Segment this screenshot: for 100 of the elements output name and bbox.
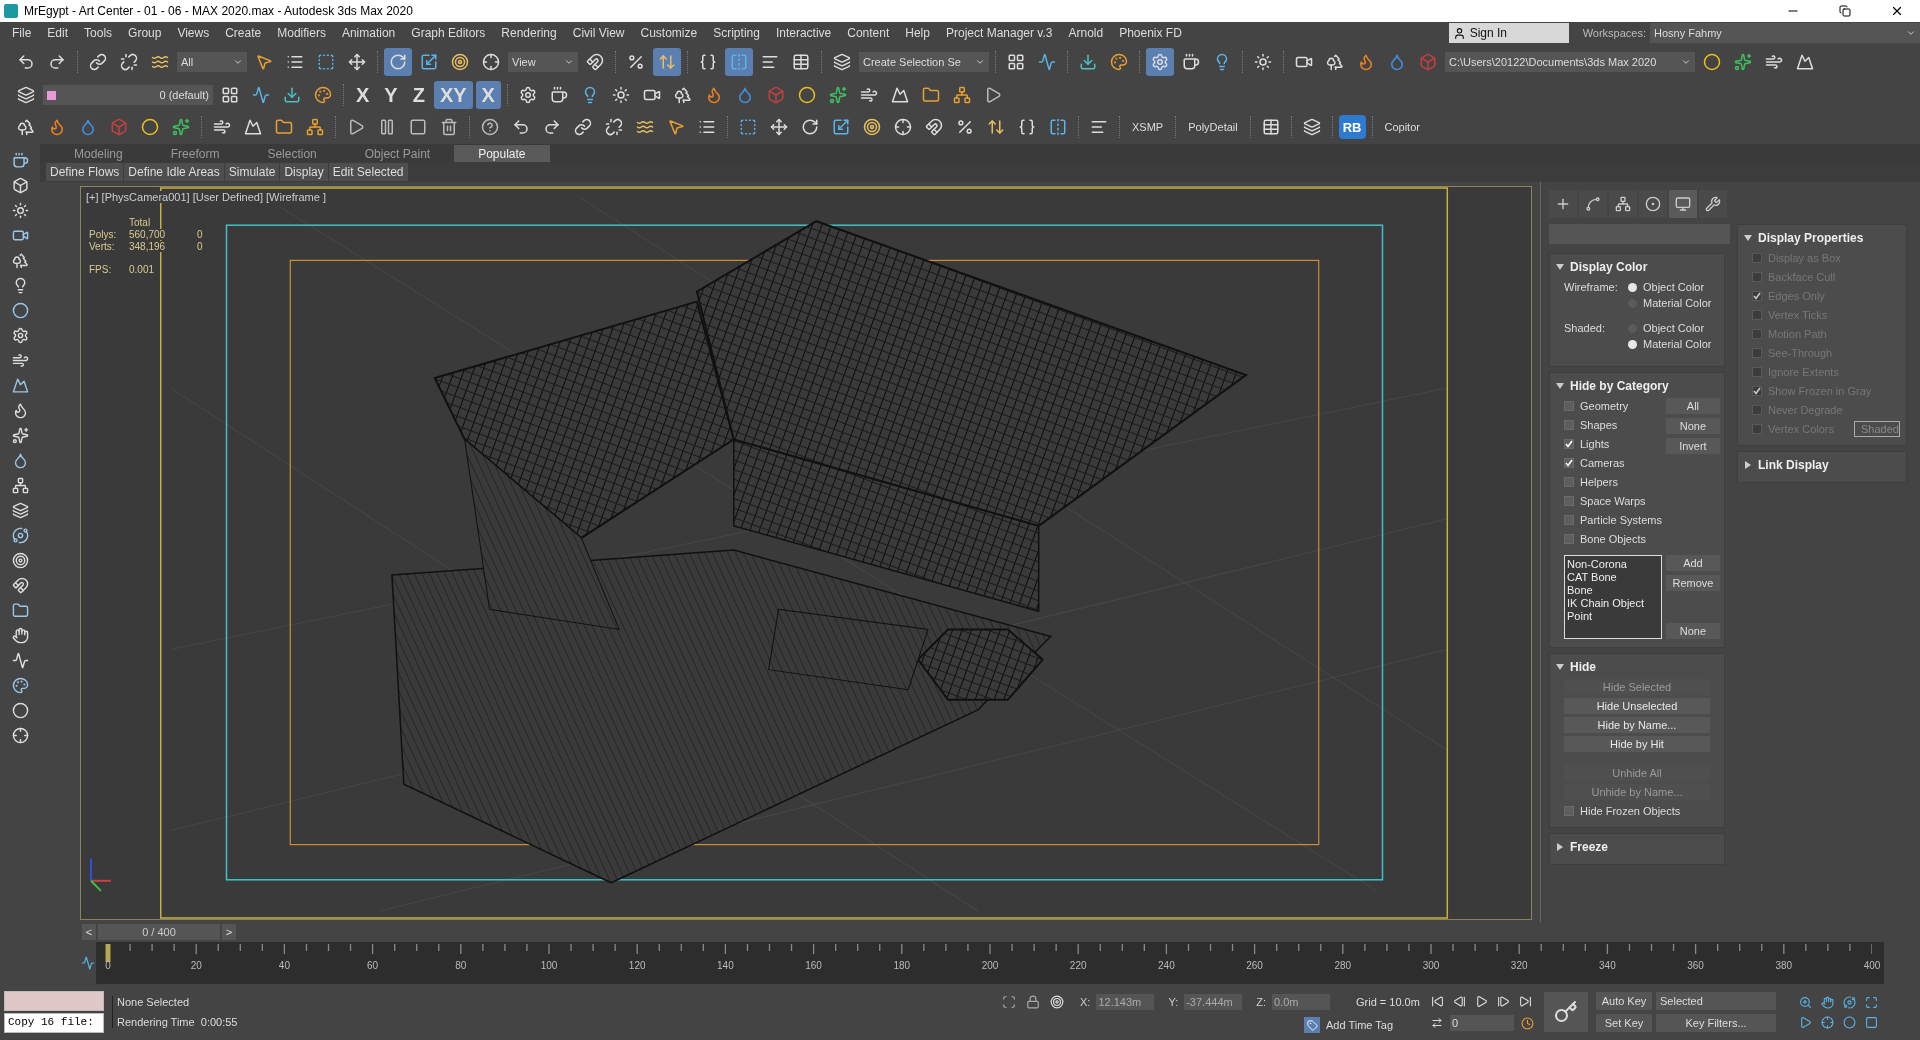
checkbox[interactable] <box>1564 458 1574 468</box>
set-key-button[interactable]: Set Key <box>1596 1014 1652 1032</box>
target-icon[interactable] <box>1048 993 1066 1011</box>
list-item[interactable]: IK Chain Object <box>1567 597 1659 610</box>
category-list[interactable]: Non-Corona CAT Bone Bone IK Chain Object Point <box>1564 555 1662 639</box>
monitor-tab-icon[interactable] <box>1669 190 1697 218</box>
script-input-field[interactable] <box>4 991 104 1011</box>
rollout-header[interactable]: Display Color <box>1556 258 1718 276</box>
collapse-icon[interactable] <box>1556 263 1564 271</box>
category-button[interactable]: All <box>1665 398 1720 414</box>
menu-item[interactable]: Project Manager v.3 <box>937 22 1061 44</box>
collapse-icon[interactable] <box>1556 382 1564 390</box>
orbit-icon[interactable] <box>1840 993 1858 1011</box>
ribbon-tab[interactable]: Modeling <box>50 145 147 162</box>
ribbon-tab[interactable]: Object Paint <box>340 145 455 162</box>
script-output-field[interactable]: Copy 16 file: <box>4 1013 104 1033</box>
menu-item[interactable]: File <box>4 22 40 44</box>
category-button[interactable]: None <box>1665 418 1720 434</box>
ribbon-button[interactable]: Define Flows <box>46 163 124 181</box>
dropdown[interactable]: View <box>508 52 578 72</box>
menu-item[interactable]: Customize <box>632 22 706 44</box>
menu-item[interactable]: Tools <box>76 22 121 44</box>
menu-item[interactable]: Graph Editors <box>403 22 494 44</box>
isolate-icon[interactable] <box>1000 993 1018 1011</box>
toolbar-button[interactable]: Copitor <box>1378 113 1426 141</box>
curve-tab-icon[interactable] <box>1579 190 1607 218</box>
toolbar-button[interactable]: X <box>350 81 376 109</box>
frame-field[interactable]: 0 <box>1450 1015 1514 1031</box>
hierarchy-tab-icon[interactable] <box>1609 190 1637 218</box>
time-slider[interactable]: 0 / 400 <box>98 924 220 940</box>
ribbon-button[interactable]: Define Idle Areas <box>124 163 224 181</box>
list-button[interactable]: Remove <box>1665 575 1720 591</box>
dropdown[interactable]: Create Selection Se <box>859 52 989 72</box>
viewport[interactable]: [+] [PhysCamera001] [User Defined] [Wireframe ] Total Polys: 560,700 0 Verts: 348,196 0 FPS: 0.001 <box>80 186 1532 920</box>
collapse-icon[interactable] <box>1744 234 1752 242</box>
toolbar-button[interactable]: Z <box>406 81 431 109</box>
lock-icon[interactable] <box>1024 993 1042 1011</box>
add-time-tag-button[interactable]: Add Time Tag <box>1304 1017 1420 1033</box>
caret-icon[interactable] <box>564 57 574 67</box>
checkbox[interactable] <box>1564 496 1574 506</box>
list-item[interactable]: Non-Corona <box>1567 558 1659 571</box>
list-button[interactable]: Add <box>1665 555 1720 571</box>
list-button[interactable]: None <box>1665 623 1720 639</box>
next-frame-button[interactable]: > <box>222 924 236 940</box>
checkbox[interactable] <box>1564 439 1574 449</box>
timeline-track[interactable]: 0 20 40 60 80 100 120 140 160 180 200 220 240 260 280 300 320 340 360 380 400 <box>96 942 1884 984</box>
expand-icon[interactable] <box>1744 461 1752 469</box>
crosshair-icon[interactable] <box>1818 1013 1836 1031</box>
checkbox[interactable] <box>1564 420 1574 430</box>
menu-item[interactable]: Civil View <box>564 22 633 44</box>
menu-item[interactable]: Phoenix FD <box>1111 22 1190 44</box>
expand-icon[interactable] <box>1556 843 1564 851</box>
hand-icon[interactable] <box>1818 993 1836 1011</box>
viewport-label[interactable]: [+] [PhysCamera001] [User Defined] [Wireframe ] <box>84 191 328 203</box>
auto-key-button[interactable]: Auto Key <box>1596 992 1652 1010</box>
hide-button[interactable]: Hide by Hit <box>1564 736 1710 752</box>
menu-item[interactable]: Modifiers <box>269 22 334 44</box>
sign-in-dropdown[interactable]: Sign In <box>1448 23 1569 43</box>
hide-button[interactable]: Hide by Name... <box>1564 717 1710 733</box>
checkbox[interactable] <box>1564 515 1574 525</box>
gear-icon[interactable] <box>1146 48 1174 76</box>
menu-item[interactable]: Content <box>839 22 898 44</box>
list-item[interactable]: Point <box>1567 610 1659 623</box>
layer-dropdown[interactable]: 0 (default) <box>43 85 213 105</box>
menu-item[interactable]: Arnold <box>1060 22 1112 44</box>
menu-item[interactable]: Rendering <box>493 22 565 44</box>
menu-item[interactable]: Views <box>169 22 218 44</box>
ribbon-button[interactable]: Display <box>280 163 328 181</box>
dropdown[interactable]: C:\Users\20122\Documents\3ds Max 2020 <box>1445 52 1695 72</box>
dropdown[interactable]: All <box>177 52 247 72</box>
menu-item[interactable]: Interactive <box>767 22 840 44</box>
rollout-header[interactable]: Hide by Category <box>1556 377 1718 395</box>
clock-icon[interactable] <box>1518 1014 1536 1032</box>
menu-item[interactable]: Animation <box>333 22 404 44</box>
menu-item[interactable]: Group <box>120 22 170 44</box>
rollout-header[interactable]: Hide <box>1556 658 1718 676</box>
workspaces-dropdown[interactable]: Hosny Fahmy <box>1650 23 1920 43</box>
ribbon-tab[interactable]: Selection <box>243 145 341 162</box>
circle-tab-icon[interactable] <box>1639 190 1667 218</box>
hide-button[interactable]: Hide Unselected <box>1564 698 1710 714</box>
previous-frame-button[interactable]: < <box>82 924 96 940</box>
plus-tab-icon[interactable] <box>1549 190 1577 218</box>
frame-marker[interactable] <box>105 944 111 962</box>
ribbon-tab[interactable]: Populate <box>454 145 550 162</box>
caret-icon[interactable] <box>975 57 985 67</box>
caret-icon[interactable] <box>1681 57 1691 67</box>
curve-icon[interactable] <box>81 956 95 970</box>
caret-icon[interactable] <box>1906 28 1916 38</box>
toolbar-button[interactable]: RB <box>1338 115 1366 139</box>
menu-item[interactable]: Scripting <box>705 22 768 44</box>
ribbon-tab[interactable]: Freeform <box>146 145 244 162</box>
rollout-header[interactable]: Display Properties <box>1744 229 1900 247</box>
rollout-header[interactable]: Link Display <box>1744 456 1900 474</box>
set-key-icon[interactable] <box>1544 992 1588 1032</box>
menu-item[interactable]: Edit <box>39 22 77 44</box>
radio-button[interactable] <box>1628 282 1637 292</box>
toolbar-button[interactable]: Y <box>378 81 404 109</box>
collapse-icon[interactable] <box>1556 663 1564 671</box>
toolbar-button[interactable]: PolyDetail <box>1182 113 1244 141</box>
rotate-icon[interactable] <box>384 48 412 76</box>
